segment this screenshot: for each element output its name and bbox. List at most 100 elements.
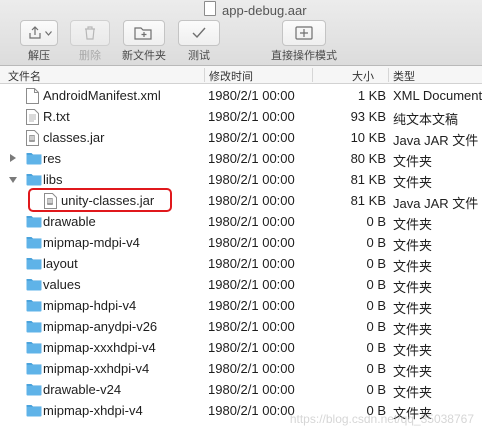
- file-size: 80 KB: [350, 151, 386, 166]
- file-size: 0 B: [366, 361, 386, 376]
- file-size: 10 KB: [350, 130, 386, 145]
- direct-mode-label: 直接操作模式: [271, 50, 337, 62]
- file-size: 0 B: [366, 298, 386, 313]
- file-name: mipmap-xhdpi-v4: [43, 403, 143, 418]
- file-row[interactable]: drawable 1980/2/1 00:00 0 B 文件夹: [0, 211, 482, 232]
- file-modified: 1980/2/1 00:00: [208, 172, 295, 187]
- disclosure-closed-icon[interactable]: [10, 154, 16, 162]
- file-name: mipmap-hdpi-v4: [43, 298, 137, 313]
- file-name: libs: [43, 172, 63, 187]
- file-size: 81 KB: [350, 193, 386, 208]
- file-modified: 1980/2/1 00:00: [208, 130, 295, 145]
- file-modified: 1980/2/1 00:00: [208, 256, 295, 271]
- upload-icon: [27, 25, 43, 41]
- file-kind: 文件夹: [393, 175, 433, 190]
- file-kind: 文件夹: [393, 280, 433, 295]
- file-row[interactable]: values 1980/2/1 00:00 0 B 文件夹: [0, 274, 482, 295]
- delete-button[interactable]: [70, 20, 110, 46]
- file-size: 81 KB: [350, 172, 386, 187]
- file-kind: XML Document: [393, 88, 482, 103]
- file-name: mipmap-mdpi-v4: [43, 235, 140, 250]
- file-kind: 文件夹: [393, 301, 433, 316]
- folder-icon: [26, 319, 42, 336]
- file-kind: 文件夹: [393, 364, 433, 379]
- trash-icon: [83, 25, 97, 41]
- test-button[interactable]: [178, 20, 220, 46]
- file-name: R.txt: [43, 109, 70, 124]
- file-name: mipmap-anydpi-v26: [43, 319, 158, 334]
- folder-icon: [26, 277, 42, 294]
- folder-icon: [26, 214, 42, 231]
- file-modified: 1980/2/1 00:00: [208, 88, 295, 103]
- file-name: mipmap-xxxhdpi-v4: [43, 340, 156, 355]
- file-name: mipmap-xxhdpi-v4: [43, 361, 150, 376]
- file-size: 0 B: [366, 256, 386, 271]
- folder-icon: [26, 256, 42, 273]
- file-row[interactable]: R.txt 1980/2/1 00:00 93 KB 纯文本文稿: [0, 106, 482, 127]
- file-row[interactable]: libs 1980/2/1 00:00 81 KB 文件夹: [0, 169, 482, 190]
- file-size: 0 B: [366, 382, 386, 397]
- file-size: 93 KB: [350, 109, 386, 124]
- file-size: 0 B: [366, 277, 386, 292]
- file-kind: 文件夹: [393, 238, 433, 253]
- toolbar: app-debug.aar 解压 删除 新文件夹 测试 直接操作模式: [0, 0, 482, 66]
- file-row[interactable]: mipmap-xxxhdpi-v4 1980/2/1 00:00 0 B 文件夹: [0, 337, 482, 358]
- file-name: layout: [43, 256, 78, 271]
- file-row[interactable]: drawable-v24 1980/2/1 00:00 0 B 文件夹: [0, 379, 482, 400]
- checkmark-icon: [191, 26, 207, 40]
- file-kind: Java JAR 文件: [393, 196, 479, 211]
- folder-icon: [26, 340, 42, 357]
- document-icon: [204, 0, 216, 16]
- file-kind: 文件夹: [393, 217, 433, 232]
- new-folder-button[interactable]: [123, 20, 165, 46]
- chevron-down-icon: [44, 30, 52, 36]
- file-row[interactable]: layout 1980/2/1 00:00 0 B 文件夹: [0, 253, 482, 274]
- file-size: 0 B: [366, 340, 386, 355]
- file-row[interactable]: mipmap-xxhdpi-v4 1980/2/1 00:00 0 B 文件夹: [0, 358, 482, 379]
- folder-icon: [26, 361, 42, 378]
- extract-button[interactable]: [20, 20, 58, 46]
- file-modified: 1980/2/1 00:00: [208, 403, 295, 418]
- column-kind[interactable]: 类型: [393, 68, 415, 84]
- column-modified[interactable]: 修改时间: [209, 68, 253, 84]
- file-row[interactable]: mipmap-hdpi-v4 1980/2/1 00:00 0 B 文件夹: [0, 295, 482, 316]
- file-kind: 文件夹: [393, 343, 433, 358]
- file-name: values: [43, 277, 81, 292]
- watermark: https://blog.csdn.net/qq_35038767: [289, 412, 474, 426]
- file-modified: 1980/2/1 00:00: [208, 109, 295, 124]
- disclosure-open-icon[interactable]: [9, 177, 17, 183]
- column-name[interactable]: 文件名: [8, 68, 41, 84]
- window-title-text: app-debug.aar: [222, 2, 307, 18]
- file-modified: 1980/2/1 00:00: [208, 382, 295, 397]
- file-modified: 1980/2/1 00:00: [208, 319, 295, 334]
- text-document-icon: [26, 109, 39, 128]
- file-modified: 1980/2/1 00:00: [208, 340, 295, 355]
- file-modified: 1980/2/1 00:00: [208, 277, 295, 292]
- file-name: AndroidManifest.xml: [43, 88, 161, 103]
- file-size: 0 B: [366, 235, 386, 250]
- mode-icon: [295, 26, 313, 40]
- file-kind: 文件夹: [393, 322, 433, 337]
- file-name: res: [43, 151, 62, 166]
- window-title: app-debug.aar: [204, 0, 307, 20]
- file-row[interactable]: classes.jar 1980/2/1 00:00 10 KB Java JAR 文…: [0, 127, 482, 148]
- folder-icon: [26, 403, 42, 420]
- file-name: classes.jar: [43, 130, 105, 145]
- file-row[interactable]: mipmap-mdpi-v4 1980/2/1 00:00 0 B 文件夹: [0, 232, 482, 253]
- column-header: 文件名 修改时间 大小 类型: [0, 66, 482, 84]
- new-folder-icon: [134, 25, 154, 41]
- column-size[interactable]: 大小: [352, 68, 374, 84]
- file-name: drawable-v24: [43, 382, 122, 397]
- folder-icon: [26, 298, 42, 315]
- file-modified: 1980/2/1 00:00: [208, 214, 295, 229]
- folder-icon: [26, 382, 42, 399]
- direct-mode-button[interactable]: [282, 20, 326, 46]
- file-row[interactable]: mipmap-anydpi-v26 1980/2/1 00:00 0 B 文件夹: [0, 316, 482, 337]
- file-kind: 文件夹: [393, 385, 433, 400]
- file-row[interactable]: res 1980/2/1 00:00 80 KB 文件夹: [0, 148, 482, 169]
- folder-icon: [26, 151, 42, 168]
- file-kind: Java JAR 文件: [393, 133, 479, 148]
- file-row[interactable]: AndroidManifest.xml 1980/2/1 00:00 1 KB XML…: [0, 85, 482, 106]
- delete-label: 删除: [79, 50, 101, 62]
- file-modified: 1980/2/1 00:00: [208, 361, 295, 376]
